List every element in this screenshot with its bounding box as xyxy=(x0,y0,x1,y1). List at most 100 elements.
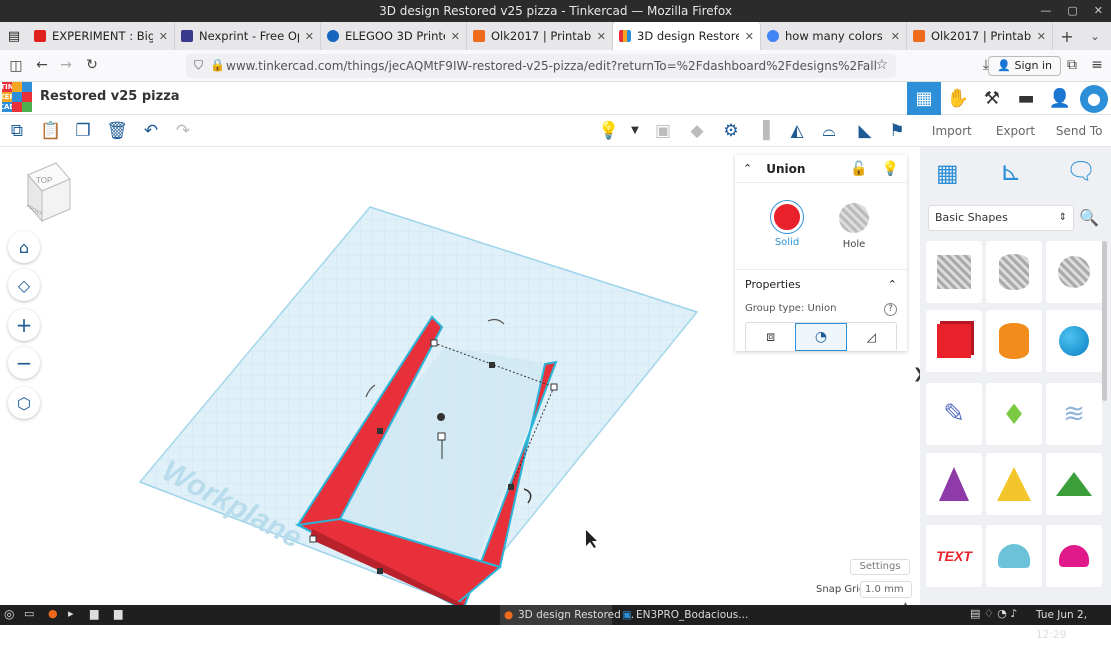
close-tab-icon[interactable]: ✕ xyxy=(597,30,606,43)
send-to-button[interactable]: Send To xyxy=(1047,115,1111,146)
extensions-icon[interactable]: ⧉ xyxy=(1058,57,1086,73)
height-handle[interactable] xyxy=(437,413,445,421)
desktop-icon[interactable]: ▭ xyxy=(24,607,34,620)
files-icon[interactable]: ▆ xyxy=(90,607,98,620)
mirror-icon[interactable]: ◭ xyxy=(786,120,808,142)
folder-icon[interactable]: ▆ xyxy=(114,607,122,620)
close-icon[interactable]: ✕ xyxy=(1094,0,1103,22)
close-tab-icon[interactable]: ✕ xyxy=(1037,30,1046,43)
hide-icon[interactable]: 💡 xyxy=(882,161,907,177)
box-hole-shape[interactable] xyxy=(926,241,982,303)
new-tab-icon[interactable]: + xyxy=(1053,27,1081,46)
zoom-in-icon[interactable]: + xyxy=(8,309,40,341)
close-tab-icon[interactable]: ✕ xyxy=(305,30,314,43)
resize-handle[interactable] xyxy=(377,428,383,434)
paste-icon[interactable]: 📋 xyxy=(40,120,62,142)
align-icon[interactable]: ⚙ xyxy=(720,120,742,142)
cylinder-hole-shape[interactable] xyxy=(986,241,1042,303)
avatar[interactable]: ● xyxy=(1077,82,1111,115)
collapse-icon[interactable]: ⌃ xyxy=(743,162,752,175)
fit-view-icon[interactable]: ◇ xyxy=(8,269,40,301)
ruler-icon[interactable]: ⚑ xyxy=(886,120,908,142)
site-info-icon[interactable]: ⛉ xyxy=(194,58,203,73)
sphere-shape[interactable] xyxy=(1046,310,1102,372)
blocks-view-icon[interactable]: ✋ xyxy=(941,82,975,115)
box-shape[interactable] xyxy=(926,310,982,372)
text-3d-shape[interactable]: ≋ xyxy=(1046,383,1102,445)
pyramid-shape[interactable] xyxy=(986,453,1042,515)
group-type-intersect-icon[interactable]: ◿ xyxy=(847,323,896,351)
lift-handle[interactable] xyxy=(437,432,446,441)
chevron-down-icon[interactable]: ▼ xyxy=(624,120,646,142)
url-bar[interactable]: ⛉ 🔒 www.tinkercad.com/things/jecAQMtF9IW… xyxy=(186,54,896,78)
menu-icon[interactable]: ≡ xyxy=(1083,57,1111,73)
roof-shape[interactable] xyxy=(1046,453,1102,515)
lock-icon[interactable]: 🔓 xyxy=(850,161,867,177)
view-cube[interactable]: TOP FRONT xyxy=(14,161,71,223)
redo-icon[interactable]: ↷ xyxy=(172,120,194,142)
hole-option[interactable]: Hole xyxy=(839,203,869,250)
group-type-union-icon[interactable]: ◔ xyxy=(795,323,847,351)
paraboloid-shape[interactable] xyxy=(1046,525,1102,587)
taskbar-item-firefox[interactable]: ● 3D design Restored ... xyxy=(500,605,634,625)
solid-swatch[interactable] xyxy=(771,201,803,233)
resize-handle[interactable] xyxy=(489,362,495,368)
text-shape[interactable]: TEXT xyxy=(926,525,982,587)
resize-handle[interactable] xyxy=(508,484,514,490)
undo-icon[interactable]: ↶ xyxy=(140,120,162,142)
resize-handle[interactable] xyxy=(377,568,383,574)
close-tab-icon[interactable]: ✕ xyxy=(891,30,900,43)
collapse-icon[interactable]: ⌃ xyxy=(888,278,897,291)
browser-tab[interactable]: how many colors can the✕ xyxy=(761,22,907,50)
design-title[interactable]: Restored v25 pizza xyxy=(40,89,180,104)
tab-overflow-icon[interactable]: ⌄ xyxy=(1081,30,1109,43)
help-icon[interactable]: ? xyxy=(884,303,897,316)
os-menu-icon[interactable]: ◎ xyxy=(4,607,14,621)
export-button[interactable]: Export xyxy=(984,115,1048,146)
solid-option[interactable]: Solid xyxy=(771,201,803,248)
sphere-hole-shape[interactable] xyxy=(1046,241,1102,303)
taskbar-item-document[interactable]: ▣ EN3PRO_Bodacious... xyxy=(618,605,748,625)
minimize-icon[interactable]: — xyxy=(1040,0,1051,22)
ungroup-icon[interactable]: ◆ xyxy=(686,120,708,142)
cruise-icon[interactable]: ⌓ xyxy=(818,120,840,142)
cylinder-shape[interactable] xyxy=(986,310,1042,372)
workplane-icon[interactable]: ◣ xyxy=(854,120,876,142)
forward-icon[interactable]: → xyxy=(52,57,80,73)
tinkercad-logo[interactable]: TIN KER CAD xyxy=(0,82,32,112)
maximize-icon[interactable]: ▢ xyxy=(1067,0,1077,22)
resize-handle[interactable] xyxy=(550,383,558,391)
terminal-icon[interactable]: ▸ xyxy=(68,607,74,620)
import-button[interactable]: Import xyxy=(920,115,984,146)
bookmark-star-icon[interactable]: ☆ xyxy=(875,57,888,73)
view-cube-icon[interactable]: TOP FRONT xyxy=(14,161,74,225)
tab-list-icon[interactable]: ▤ xyxy=(0,29,28,44)
cone-shape[interactable] xyxy=(926,453,982,515)
browser-tab[interactable]: Olk2017 | Printables.com✕ xyxy=(467,22,613,50)
search-icon[interactable]: 🔍 xyxy=(1076,205,1102,231)
shape-generator-shape[interactable]: ♦ xyxy=(986,383,1042,445)
browser-tab[interactable]: Nexprint - Free Open-Sou✕ xyxy=(175,22,321,50)
hole-swatch[interactable] xyxy=(839,203,869,233)
panel-collapse-icon[interactable]: ❯ xyxy=(913,366,920,382)
3d-design-view-icon[interactable]: ▦ xyxy=(907,82,941,115)
notes-tool-icon[interactable]: 🗨 xyxy=(1066,157,1096,185)
bricks-view-icon[interactable]: ▬ xyxy=(1009,82,1043,115)
browser-tab[interactable]: EXPERIMENT : Big Pink Er✕ xyxy=(28,22,175,50)
group-type-separate-icon[interactable]: ⧈ xyxy=(746,323,795,351)
ruler-tool-icon[interactable]: ⊾ xyxy=(1000,157,1022,187)
library-scrollbar[interactable] xyxy=(1102,241,1107,401)
circuits-view-icon[interactable]: ⚒ xyxy=(975,82,1009,115)
perspective-icon[interactable]: ⬡ xyxy=(8,387,40,419)
resize-handle[interactable] xyxy=(309,535,317,543)
half-cylinder-shape[interactable] xyxy=(986,525,1042,587)
add-user-icon[interactable]: 👤 xyxy=(1043,82,1077,115)
firefox-launcher-icon[interactable]: ● xyxy=(48,607,58,620)
clock[interactable]: Tue Jun 2, 12:29 xyxy=(1036,605,1111,645)
duplicate-icon[interactable]: ❐ xyxy=(72,120,94,142)
workplane-tool-icon[interactable]: ▦ xyxy=(936,159,959,187)
tray-icons[interactable]: ▤ ♢ ◔ ♪ xyxy=(970,607,1017,620)
zoom-out-icon[interactable]: − xyxy=(8,347,40,379)
close-tab-icon[interactable]: ✕ xyxy=(451,30,460,43)
copy-icon[interactable]: ⧉ xyxy=(6,120,28,142)
